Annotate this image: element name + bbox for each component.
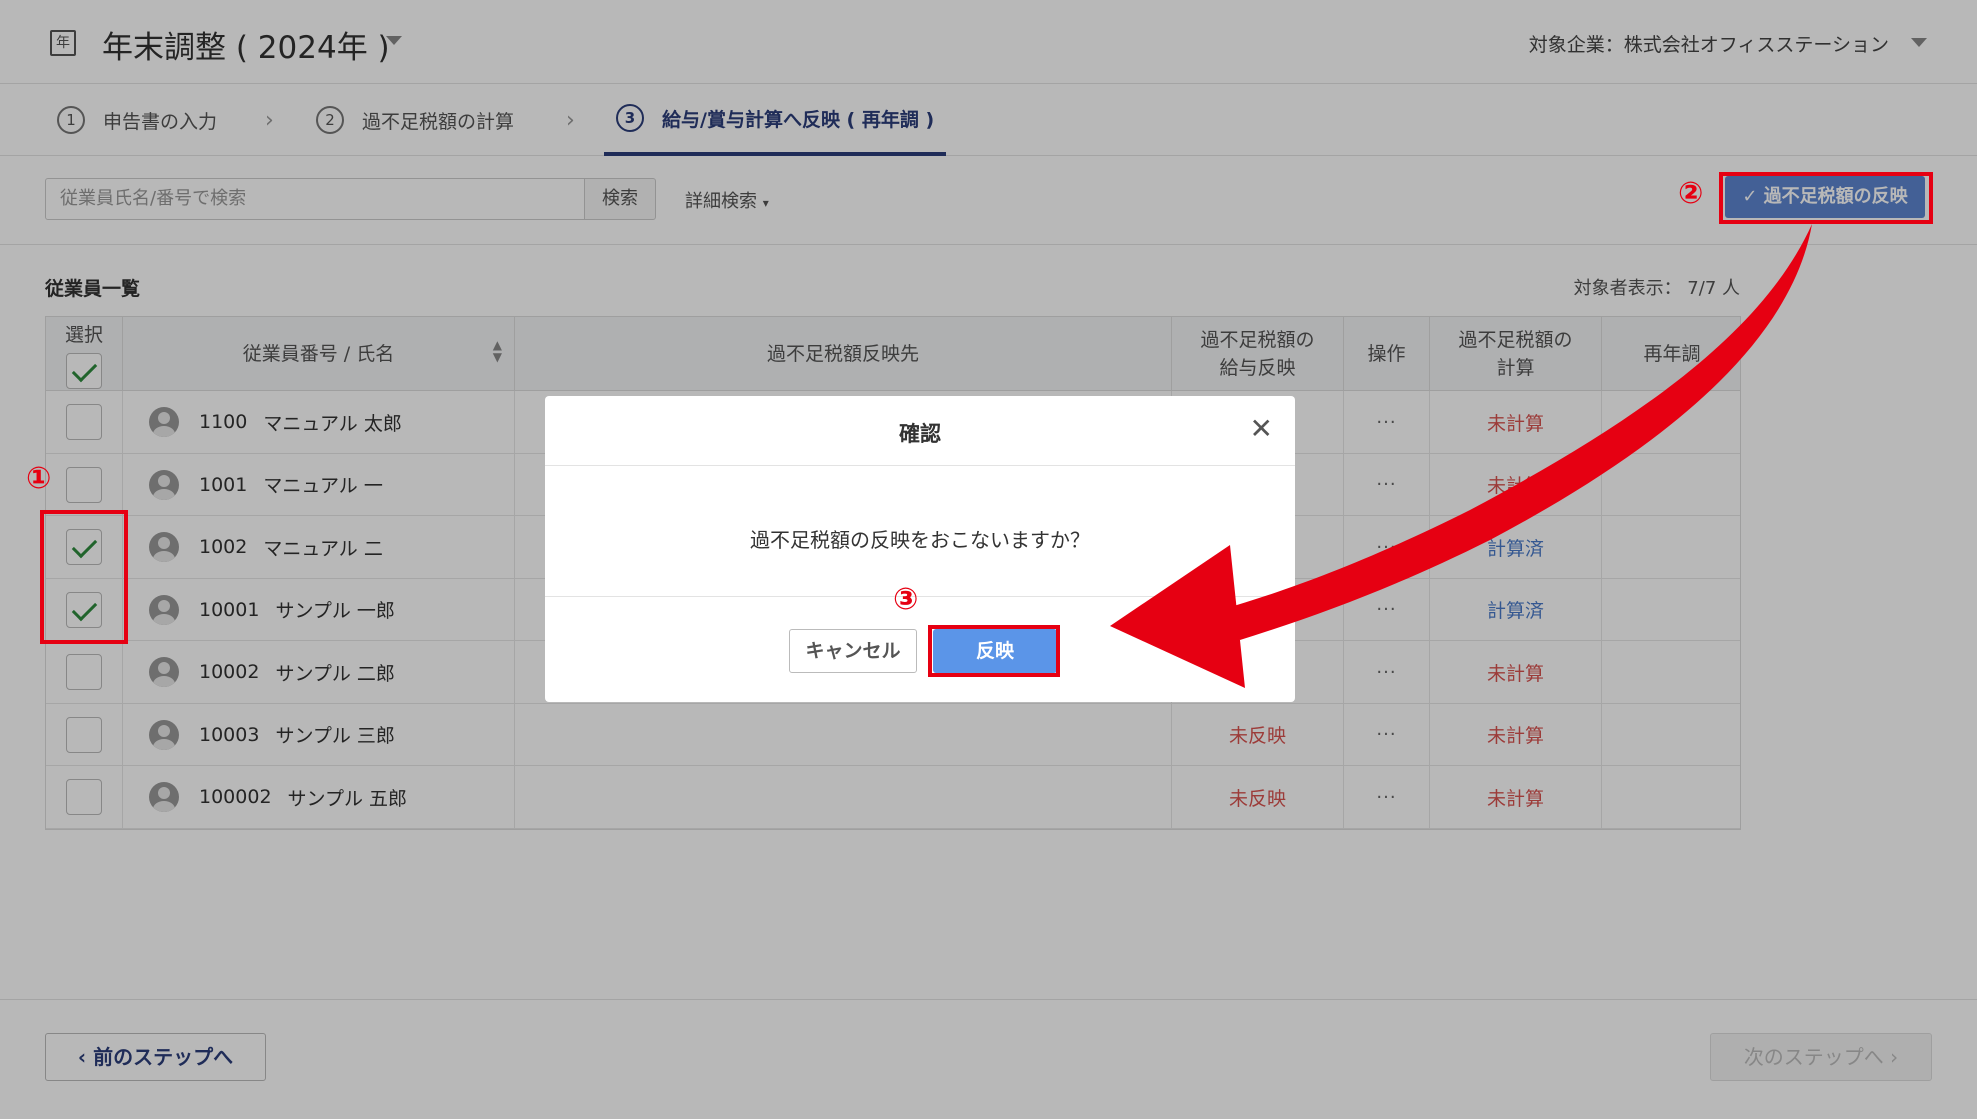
arrow-head: [1110, 545, 1245, 688]
arrow-shaft: [1220, 224, 1812, 640]
annotation-arrow: [1110, 224, 1812, 688]
